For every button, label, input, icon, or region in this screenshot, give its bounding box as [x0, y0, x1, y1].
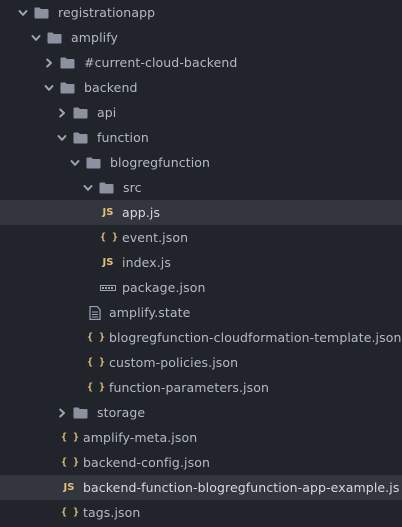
folder-item-src[interactable]: src [0, 175, 402, 200]
chevron-down-icon[interactable] [18, 8, 28, 18]
chevron-right-icon[interactable] [44, 58, 54, 68]
folder-item-function[interactable]: function [0, 125, 402, 150]
item-label: api [97, 105, 117, 120]
file-item-event-json[interactable]: { } event.json [0, 225, 402, 250]
folder-item-backend[interactable]: backend [0, 75, 402, 100]
folder-icon [73, 407, 88, 419]
item-label: amplify.state [109, 305, 191, 320]
json-file-icon: { } [87, 382, 106, 393]
folder-icon [73, 107, 88, 119]
json-file-icon: { } [87, 357, 106, 368]
item-label: registrationapp [58, 5, 156, 20]
item-label: amplify-meta.json [83, 430, 198, 445]
json-file-icon: { } [61, 457, 80, 468]
folder-icon [34, 7, 49, 19]
file-item-backend-function-blogregfunction-app-example-js[interactable]: JS backend-function-blogregfunction-app-e… [0, 475, 402, 500]
document-icon [87, 305, 103, 320]
chevron-down-icon[interactable] [57, 133, 67, 143]
item-label: backend-config.json [83, 455, 210, 470]
chevron-right-icon[interactable] [57, 108, 67, 118]
item-label: function-parameters.json [109, 380, 270, 395]
folder-item-api[interactable]: api [0, 100, 402, 125]
file-item-blogregfunction-cloudformation-template-json[interactable]: { } blogregfunction-cloudformation-templa… [0, 325, 402, 350]
folder-item-storage[interactable]: storage [0, 400, 402, 425]
chevron-down-icon[interactable] [83, 183, 93, 193]
json-file-icon: { } [61, 432, 80, 443]
item-label: storage [97, 405, 146, 420]
folder-icon [73, 132, 88, 144]
folder-icon [99, 182, 114, 194]
json-file-icon: { } [61, 507, 80, 518]
item-label: custom-policies.json [109, 355, 239, 370]
folder-item-amplify[interactable]: amplify [0, 25, 402, 50]
folder-icon [86, 157, 101, 169]
chevron-down-icon[interactable] [70, 158, 80, 168]
file-item-backend-config-json[interactable]: { } backend-config.json [0, 450, 402, 475]
json-file-icon: { } [87, 332, 106, 343]
folder-icon [60, 57, 75, 69]
item-label: package.json [122, 280, 206, 295]
file-item-amplify-meta-json[interactable]: { } amplify-meta.json [0, 425, 402, 450]
file-item-package-json[interactable]: package.json [0, 275, 402, 300]
json-file-icon: { } [100, 232, 119, 243]
folder-icon [47, 32, 62, 44]
folder-item-current-cloud-backend[interactable]: #current-cloud-backend [0, 50, 402, 75]
item-label: blogregfunction [110, 155, 211, 170]
folder-icon [60, 82, 75, 94]
js-file-icon: JS [102, 207, 114, 218]
file-item-index-js[interactable]: JS index.js [0, 250, 402, 275]
item-label: tags.json [83, 505, 141, 520]
item-label: amplify [71, 30, 118, 45]
file-item-custom-policies-json[interactable]: { } custom-policies.json [0, 350, 402, 375]
item-label: blogregfunction-cloudformation-template.… [109, 330, 402, 345]
chevron-down-icon[interactable] [31, 33, 41, 43]
item-label: backend [84, 80, 138, 95]
file-tree: registrationapp amplify #current-cloud-bac… [0, 0, 402, 527]
js-file-icon: JS [102, 257, 114, 268]
file-item-function-parameters-json[interactable]: { } function-parameters.json [0, 375, 402, 400]
file-item-app-js[interactable]: JS app.js [0, 200, 402, 225]
chevron-down-icon[interactable] [44, 83, 54, 93]
item-label: app.js [122, 205, 161, 220]
package-icon [100, 282, 116, 294]
folder-item-blogregfunction[interactable]: blogregfunction [0, 150, 402, 175]
item-label: function [97, 130, 149, 145]
item-label: #current-cloud-backend [84, 55, 238, 70]
file-item-tags-json[interactable]: { } tags.json [0, 500, 402, 525]
folder-item-registrationapp[interactable]: registrationapp [0, 0, 402, 25]
item-label: event.json [122, 230, 189, 245]
chevron-right-icon[interactable] [57, 408, 67, 418]
file-item-amplify-state[interactable]: amplify.state [0, 300, 402, 325]
js-file-icon: JS [63, 482, 75, 493]
item-label: backend-function-blogregfunction-app-exa… [83, 480, 400, 495]
item-label: src [123, 180, 142, 195]
item-label: index.js [122, 255, 171, 270]
